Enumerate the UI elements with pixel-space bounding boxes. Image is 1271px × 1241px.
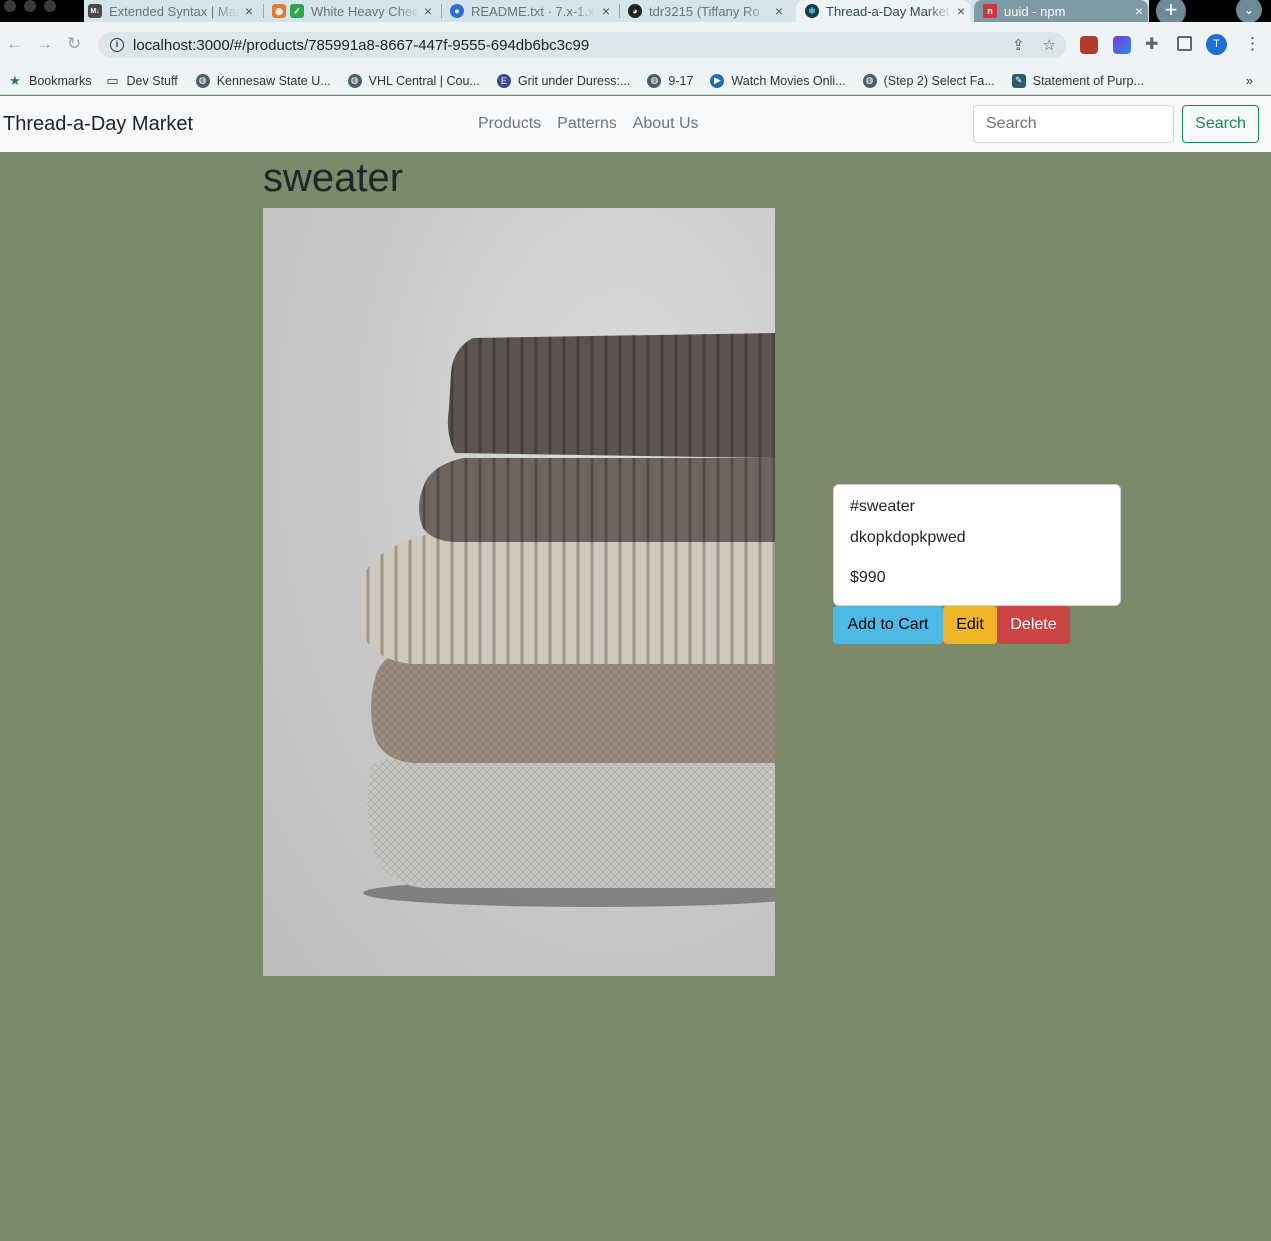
product-actions: Add to Cart Edit Delete [833, 606, 1070, 644]
bookmark-item[interactable]: ◍ Kennesaw State U... [195, 73, 331, 88]
product-image [263, 208, 775, 976]
globe-icon: ◍ [862, 73, 877, 88]
extension-icon[interactable] [1080, 36, 1098, 54]
minimize-window-icon[interactable] [24, 0, 36, 12]
nav-link-products[interactable]: Products [478, 115, 541, 133]
github-icon: ◕ [628, 4, 642, 18]
share-icon[interactable]: ⇪ [1012, 36, 1025, 54]
bookmark-item[interactable]: ◍ 9-17 [647, 73, 693, 88]
product-title: sweater [263, 156, 404, 200]
extension-icon[interactable] [1113, 36, 1131, 54]
product-price: $990 [850, 569, 886, 586]
play-icon: ▶ [710, 73, 725, 88]
globe-icon: ◍ [195, 73, 210, 88]
book-icon: E [496, 73, 511, 88]
close-tab-icon[interactable]: × [419, 3, 437, 19]
url-text[interactable]: localhost:3000/#/products/785991a8-8667-… [133, 37, 589, 54]
delete-button[interactable]: Delete [997, 606, 1070, 644]
nav-links: Products Patterns About Us [478, 115, 699, 133]
tab-white-heavy-check[interactable]: ◉ ✓ White Heavy Check Mark × [272, 0, 437, 22]
search-input[interactable] [973, 105, 1174, 143]
close-tab-icon[interactable]: × [1130, 3, 1148, 19]
nav-link-patterns[interactable]: Patterns [557, 115, 617, 133]
star-icon: ★ [9, 72, 21, 88]
react-icon: ⚛ [805, 4, 819, 18]
folder-icon: ▭ [106, 72, 119, 88]
address-bar[interactable]: i localhost:3000/#/products/785991a8-866… [98, 32, 1066, 58]
pen-icon: ✎ [1011, 73, 1026, 88]
product-description: dkopkdopkpwed [850, 529, 966, 546]
close-window-icon[interactable] [4, 0, 16, 12]
bookmark-item[interactable]: ▶ Watch Movies Onli... [710, 73, 846, 88]
tab-uuid-npm[interactable]: n uuid - npm × [974, 0, 1148, 22]
window-controls [4, 0, 56, 14]
extensions-puzzle-icon[interactable]: ✚ [1145, 36, 1163, 54]
close-tab-icon[interactable]: × [952, 3, 970, 19]
check-mark-icon: ✓ [290, 4, 304, 18]
tab-github[interactable]: ◕ tdr3215 (Tiffany Ro × [628, 0, 788, 22]
bookmark-star-icon[interactable]: ☆ [1043, 36, 1056, 54]
npm-icon: n [983, 4, 997, 18]
side-panel-icon[interactable] [1177, 36, 1192, 51]
bookmark-item[interactable]: E Grit under Duress:... [496, 73, 630, 88]
sweater-stack-illustration [359, 333, 775, 907]
globe-icon: ◍ [347, 73, 362, 88]
bookmark-item[interactable]: ★ Bookmarks [8, 72, 91, 88]
forward-icon[interactable]: → [36, 34, 53, 54]
tab-search-icon[interactable]: ⌄ [1236, 0, 1262, 23]
close-tab-icon[interactable]: × [770, 3, 788, 19]
bookmark-item[interactable]: ◍ (Step 2) Select Fa... [862, 73, 995, 88]
md-icon: M↓ [88, 4, 102, 18]
close-tab-icon[interactable]: × [597, 3, 615, 19]
site-navbar: Thread-a-Day Market Products Patterns Ab… [0, 96, 1271, 152]
zoom-window-icon[interactable] [44, 0, 56, 12]
drupal-icon: ● [450, 4, 464, 18]
reload-icon[interactable]: ↻ [67, 34, 81, 54]
tab-thread-a-day-market[interactable]: ⚛ Thread-a-Day Market × [796, 0, 970, 22]
close-tab-icon[interactable]: × [240, 3, 258, 19]
nav-link-about-us[interactable]: About Us [633, 115, 699, 133]
site-info-icon[interactable]: i [110, 38, 124, 52]
globe-icon: ◍ [647, 73, 662, 88]
browser-tab-strip: M↓ Extended Syntax | Markdown Guide × ◉ … [0, 0, 1271, 26]
bookmarks-bar: ★ Bookmarks ▭ Dev Stuff ◍ Kennesaw State… [0, 67, 1271, 95]
add-to-cart-button[interactable]: Add to Cart [833, 606, 943, 644]
browser-toolbar: ← → ↻ i localhost:3000/#/products/785991… [0, 22, 1271, 67]
brand-logo[interactable]: Thread-a-Day Market [3, 113, 193, 136]
edit-button[interactable]: Edit [943, 606, 997, 644]
bookmark-item[interactable]: ◍ VHL Central | Cou... [347, 73, 480, 88]
tab-extended-syntax[interactable]: M↓ Extended Syntax | Markdown Guide × [88, 0, 258, 22]
bookmark-item[interactable]: ✎ Statement of Purp... [1011, 73, 1144, 88]
search-button[interactable]: Search [1182, 105, 1259, 143]
tab-readme[interactable]: ● README.txt · 7.x-1.x × [450, 0, 615, 22]
product-info-card: #sweater dkopkdopkpwed $990 [833, 484, 1121, 606]
bookmark-folder[interactable]: ▭ Dev Stuff [106, 72, 177, 88]
product-tag: #sweater [850, 498, 915, 515]
emoji-site-icon: ◉ [272, 4, 286, 18]
browser-menu-icon[interactable]: ⋮ [1244, 34, 1261, 54]
profile-avatar[interactable]: T [1206, 34, 1227, 55]
back-icon[interactable]: ← [6, 34, 23, 54]
more-bookmarks-icon[interactable]: » [1246, 73, 1253, 88]
